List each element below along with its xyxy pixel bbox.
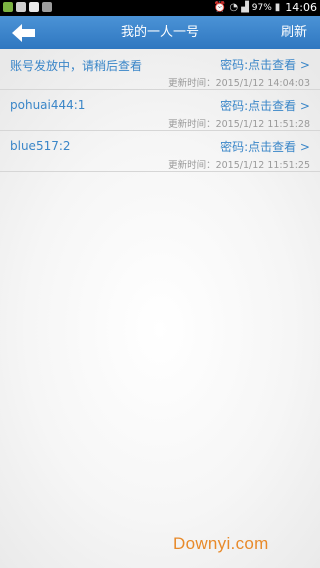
view-password-link[interactable]: 密码:点击查看 > [220, 97, 310, 114]
alarm-icon: ⏰ [213, 2, 227, 13]
page-title: 我的一人一号 [120, 25, 199, 40]
header-bar: 我的一人一号 刷新 [0, 16, 320, 49]
wifi-icon: ◔ [229, 2, 239, 13]
app-notification-icon [3, 2, 13, 12]
view-password-link[interactable]: 密码:点击查看 > [220, 138, 310, 155]
list-item: 账号发放中，请稍后查看 密码:点击查看 > 更新时间：2015/1/12 14:… [0, 49, 320, 90]
list-item: blue517:2 密码:点击查看 > 更新时间：2015/1/12 11:51… [0, 131, 320, 172]
app-notification-icon [16, 2, 26, 12]
watermark: Downyi.com [173, 534, 269, 553]
notification-icons [3, 2, 52, 12]
list-item: pohuai444:1 密码:点击查看 > 更新时间：2015/1/12 11:… [0, 90, 320, 131]
status-bar: ⏰ ◔ ▟ 97% ▮ 14:06 [0, 0, 320, 16]
signal-icon: ▟ [241, 2, 249, 13]
view-password-link[interactable]: 密码:点击查看 > [220, 56, 310, 73]
account-name: pohuai444:1 [10, 98, 86, 112]
battery-icon: ▮ [274, 2, 281, 13]
update-time: 更新时间：2015/1/12 11:51:28 [168, 119, 310, 130]
clock: 14:06 [285, 1, 317, 14]
app-notification-icon [42, 2, 52, 12]
account-list: 账号发放中，请稍后查看 密码:点击查看 > 更新时间：2015/1/12 14:… [0, 49, 320, 172]
account-name: blue517:2 [10, 139, 71, 153]
app-notification-icon [29, 2, 39, 12]
update-time: 更新时间：2015/1/12 14:04:03 [168, 78, 310, 89]
update-time: 更新时间：2015/1/12 11:51:25 [168, 160, 310, 171]
system-indicators: ⏰ ◔ ▟ 97% ▮ 14:06 [214, 1, 317, 15]
battery-percent: 97% [251, 3, 272, 13]
account-name: 账号发放中，请稍后查看 [10, 59, 143, 73]
refresh-button[interactable]: 刷新 [281, 16, 307, 49]
